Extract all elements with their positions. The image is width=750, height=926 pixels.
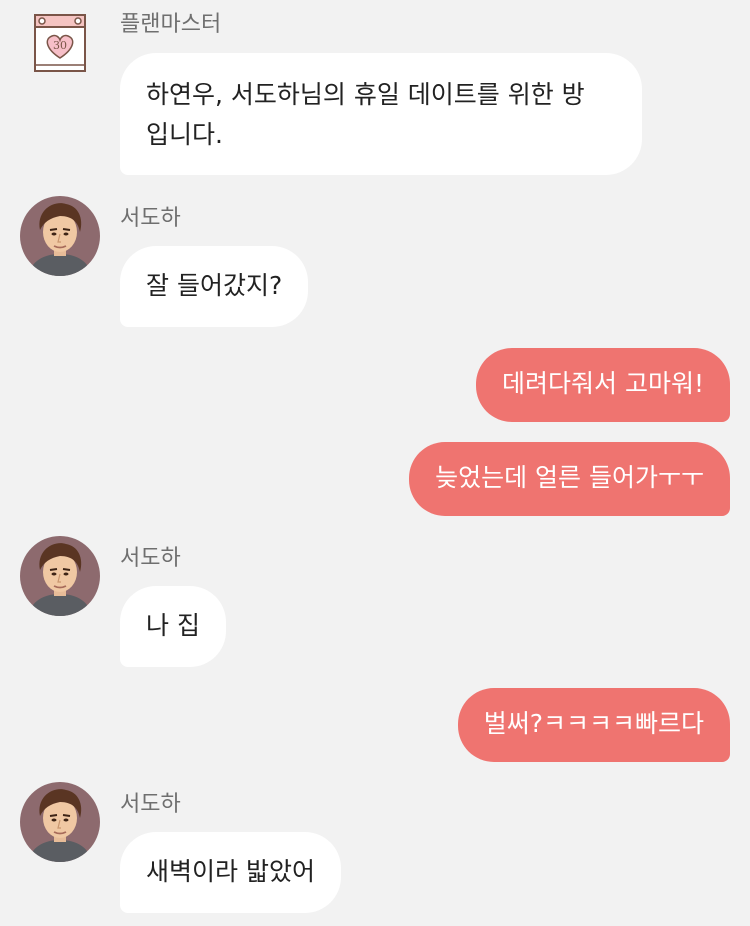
message-bubble-outgoing[interactable]: 늦었는데 얼른 들어가ㅜㅜ — [409, 442, 730, 516]
message-bubble-outgoing[interactable]: 벌써?ㅋㅋㅋㅋ빠르다 — [457, 688, 730, 762]
message-bubble-incoming[interactable]: 나 집 — [120, 586, 226, 667]
planner-avatar[interactable]: 30 — [32, 12, 88, 74]
message-text: 늦었는데 얼른 들어가ㅜㅜ — [435, 463, 704, 492]
contact-avatar[interactable] — [20, 782, 100, 862]
sender-name: 서도하 — [120, 206, 181, 231]
message-line: 하연우, 서도하님의 휴일 데이트를 위한 방 — [146, 80, 585, 109]
message-line: 입니다. — [146, 120, 223, 149]
message-bubble-incoming[interactable]: 새벽이라 밟았어 — [120, 832, 341, 913]
man-portrait — [20, 782, 100, 862]
calendar-heart-icon: 30 — [34, 14, 86, 72]
message-text: 잘 들어갔지? — [146, 271, 283, 300]
sender-name: 서도하 — [120, 546, 181, 571]
sender-name: 서도하 — [120, 792, 181, 817]
man-portrait — [20, 536, 100, 616]
message-text: 벌써?ㅋㅋㅋㅋ빠르다 — [483, 709, 704, 738]
message-bubble-outgoing[interactable]: 데려다줘서 고마워! — [476, 348, 730, 422]
contact-avatar[interactable] — [20, 536, 100, 616]
message-text: 새벽이라 밟았어 — [146, 857, 315, 886]
message-text: 나 집 — [146, 611, 200, 640]
man-portrait — [20, 196, 100, 276]
calendar-day-label: 30 — [53, 39, 67, 52]
message-bubble-incoming[interactable]: 하연우, 서도하님의 휴일 데이트를 위한 방 입니다. — [120, 53, 642, 175]
message-text: 데려다줘서 고마워! — [502, 369, 704, 398]
contact-avatar[interactable] — [20, 196, 100, 276]
message-bubble-incoming[interactable]: 잘 들어갔지? — [120, 246, 309, 327]
sender-name: 플랜마스터 — [120, 12, 222, 37]
